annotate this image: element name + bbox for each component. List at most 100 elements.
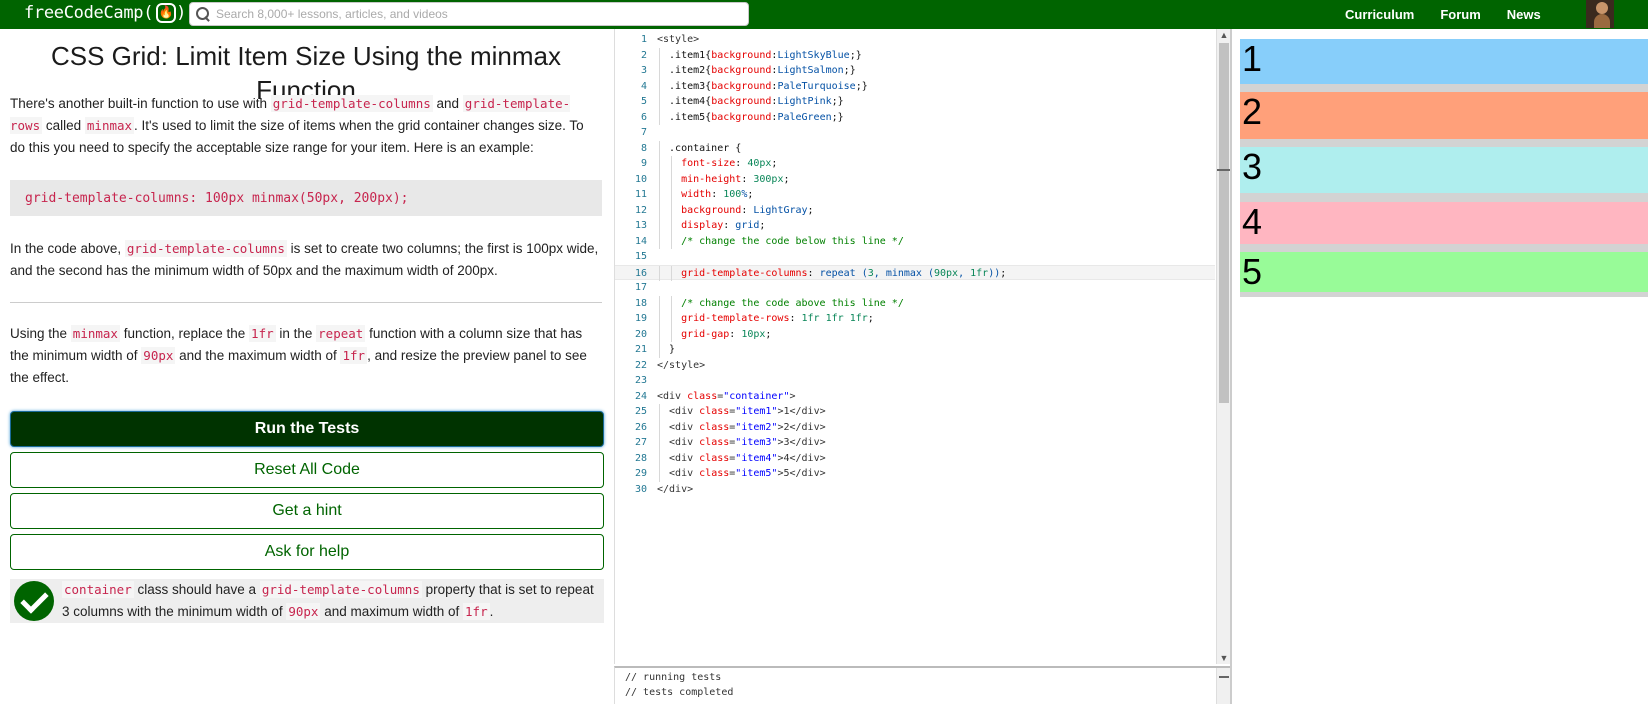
- code-line[interactable]: 20 grid-gap: 10px;: [615, 326, 1215, 343]
- console-scrollbar[interactable]: [1216, 668, 1230, 704]
- instructions-paragraph-3: Using the minmax function, replace the 1…: [10, 323, 602, 389]
- editor-scrollbar[interactable]: ▲ ▼: [1216, 29, 1231, 664]
- line-text[interactable]: grid-template-columns: repeat (3, minmax…: [657, 266, 1006, 282]
- nav-link-news[interactable]: News: [1507, 7, 1541, 22]
- code-line[interactable]: 14 /* change the code below this line */: [615, 233, 1215, 250]
- text: There's another built-in function to use…: [10, 96, 271, 111]
- code-snippet: 1fr: [340, 347, 368, 364]
- line-text[interactable]: <div class="item5">5</div>: [657, 466, 826, 482]
- code-line[interactable]: 19 grid-template-rows: 1fr 1fr 1fr;: [615, 311, 1215, 327]
- line-text[interactable]: display: grid;: [657, 218, 765, 234]
- code-line[interactable]: 27 <div class="item3">3</div>: [615, 435, 1215, 451]
- line-text[interactable]: <div class="item3">3</div>: [657, 435, 826, 451]
- line-text[interactable]: <div class="item1">1</div>: [657, 404, 826, 420]
- code-line[interactable]: 2 .item1{background:LightSkyBlue;}: [615, 47, 1215, 64]
- line-text[interactable]: .item2{background:LightSalmon;}: [657, 63, 856, 79]
- scrollbar-thumb[interactable]: [1219, 43, 1229, 403]
- test-console: // running tests // tests completed: [614, 666, 1230, 704]
- line-text[interactable]: <style>: [657, 32, 699, 48]
- nav-link-forum[interactable]: Forum: [1440, 7, 1480, 22]
- line-number: 30: [634, 483, 647, 495]
- line-text[interactable]: .item5{background:PaleGreen;}: [657, 110, 844, 126]
- code-snippet: container: [62, 581, 134, 598]
- code-line[interactable]: 28 <div class="item4">4</div>: [615, 450, 1215, 467]
- line-text[interactable]: /* change the code above this line */: [657, 296, 904, 312]
- line-number: 22: [634, 359, 647, 371]
- line-text[interactable]: width: 100%;: [657, 187, 753, 203]
- get-hint-button[interactable]: Get a hint: [10, 493, 604, 529]
- line-text[interactable]: background: LightGray;: [657, 203, 813, 219]
- line-text[interactable]: </style>: [657, 358, 705, 374]
- line-number: 7: [640, 127, 647, 138]
- console-line: // running tests: [625, 672, 722, 683]
- reset-code-button[interactable]: Reset All Code: [10, 452, 604, 488]
- code-editor[interactable]: 1 <style> 2 .item1{background:LightSkyBlue…: [614, 29, 1216, 664]
- code-line[interactable]: 21 }: [615, 342, 1215, 358]
- text: and the maximum width of: [175, 348, 341, 363]
- search-input[interactable]: [216, 7, 736, 21]
- code-line[interactable]: 4 .item3{background:PaleTurquoise;}: [615, 78, 1215, 95]
- code-snippet: 90px: [286, 603, 321, 620]
- code-line[interactable]: 17: [615, 280, 1215, 296]
- code-line[interactable]: 13 display: grid;: [615, 218, 1215, 234]
- line-number: 14: [634, 235, 647, 247]
- line-text[interactable]: .container {: [657, 141, 741, 157]
- line-text[interactable]: }: [657, 342, 675, 358]
- code-line[interactable]: 7: [615, 125, 1215, 141]
- line-text[interactable]: .item3{background:PaleTurquoise;}: [657, 79, 868, 95]
- line-number: 19: [634, 313, 647, 324]
- line-text[interactable]: /* change the code below this line */: [657, 234, 904, 250]
- code-line[interactable]: 24 <div class="container">: [615, 389, 1215, 405]
- code-line[interactable]: 22 </style>: [615, 358, 1215, 374]
- code-line[interactable]: 9 font-size: 40px;: [615, 156, 1215, 172]
- code-line[interactable]: 15: [615, 249, 1215, 265]
- code-line[interactable]: 8 .container {: [615, 140, 1215, 157]
- code-line[interactable]: 18 /* change the code above this line */: [615, 295, 1215, 312]
- line-number: 8: [640, 142, 647, 154]
- code-line[interactable]: 26 <div class="item2">2</div>: [615, 419, 1215, 436]
- code-line[interactable]: 5 .item4{background:LightPink;}: [615, 94, 1215, 110]
- ask-for-help-button[interactable]: Ask for help: [10, 534, 604, 570]
- line-text[interactable]: .item4{background:LightPink;}: [657, 94, 844, 110]
- code-line[interactable]: 12 background: LightGray;: [615, 202, 1215, 219]
- line-number: 23: [634, 375, 647, 386]
- avatar[interactable]: [1586, 0, 1614, 28]
- line-text[interactable]: <div class="container">: [657, 389, 796, 405]
- line-text[interactable]: min-height: 300px;: [657, 172, 789, 188]
- code-line[interactable]: 3 .item2{background:LightSalmon;}: [615, 63, 1215, 79]
- line-number: 25: [634, 406, 647, 417]
- run-tests-button[interactable]: Run the Tests: [10, 411, 604, 447]
- line-text[interactable]: <div class="item4">4</div>: [657, 451, 826, 467]
- line-number: 2: [640, 49, 647, 61]
- scroll-up-icon[interactable]: ▲: [1217, 29, 1231, 41]
- line-text[interactable]: font-size: 40px;: [657, 156, 777, 172]
- code-snippet: grid-template-columns: [124, 240, 287, 257]
- nav-link-curriculum[interactable]: Curriculum: [1345, 7, 1414, 22]
- scroll-marker: [1217, 169, 1231, 171]
- line-text[interactable]: <div class="item2">2</div>: [657, 420, 826, 436]
- code-line[interactable]: 25 <div class="item1">1</div>: [615, 404, 1215, 420]
- line-number: 18: [634, 297, 647, 309]
- code-line[interactable]: 23: [615, 373, 1215, 389]
- logo-text: freeCodeCamp(: [24, 3, 154, 23]
- line-number: 27: [634, 437, 647, 448]
- code-line[interactable]: 6 .item5{background:PaleGreen;}: [615, 109, 1215, 126]
- line-text[interactable]: </div>: [657, 482, 693, 498]
- fcc-logo[interactable]: freeCodeCamp(🔥): [24, 3, 186, 23]
- line-number: 11: [634, 189, 647, 200]
- line-number: 15: [634, 251, 647, 262]
- code-line[interactable]: 30 </div>: [615, 482, 1215, 498]
- line-number: 29: [634, 468, 647, 479]
- code-line[interactable]: 29 <div class="item5">5</div>: [615, 466, 1215, 482]
- line-text[interactable]: grid-gap: 10px;: [657, 327, 771, 343]
- line-text[interactable]: .item1{background:LightSkyBlue;}: [657, 48, 862, 64]
- text: In the code above,: [10, 241, 125, 256]
- preview-resize-handle[interactable]: [1230, 29, 1232, 704]
- code-line[interactable]: 11 width: 100%;: [615, 187, 1215, 203]
- code-line[interactable]: 10 min-height: 300px;: [615, 171, 1215, 188]
- code-line[interactable]: 1 <style>: [615, 32, 1215, 48]
- scroll-down-icon[interactable]: ▼: [1217, 652, 1231, 664]
- code-line[interactable]: 16 grid-template-columns: repeat (3, min…: [615, 264, 1215, 282]
- avatar-head: [1596, 2, 1608, 14]
- line-text[interactable]: grid-template-rows: 1fr 1fr 1fr;: [657, 311, 874, 327]
